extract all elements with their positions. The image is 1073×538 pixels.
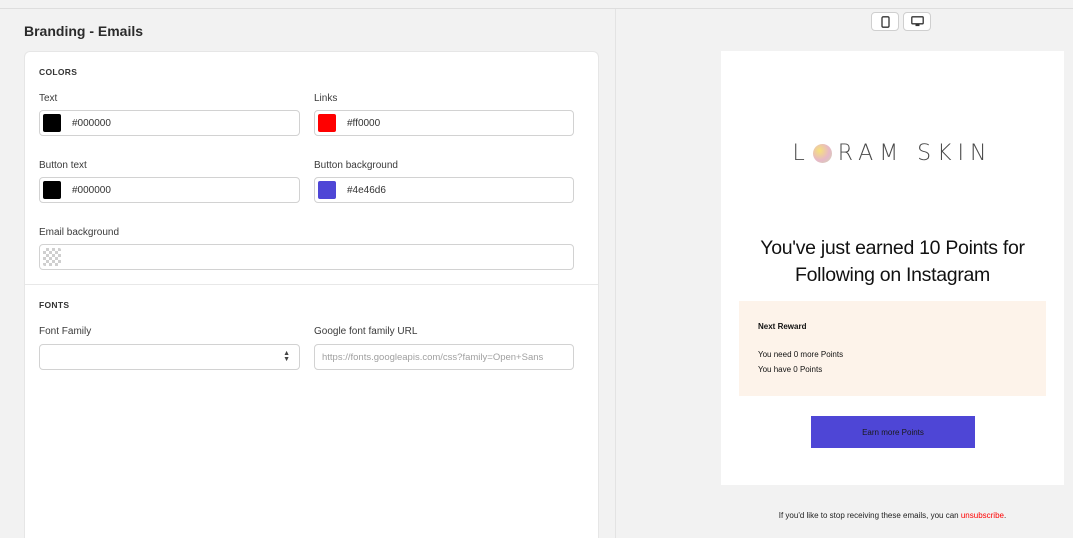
- unsubscribe-link[interactable]: unsubscribe: [961, 511, 1004, 520]
- text-color-swatch[interactable]: [43, 114, 61, 132]
- headline-line-1: You've just earned 10 Points for: [760, 237, 1025, 259]
- next-reward-title: Next Reward: [758, 322, 807, 331]
- column-separator: [615, 9, 616, 538]
- brand-logo-text-right: RAM SKIN: [837, 141, 993, 166]
- section-divider: [25, 284, 598, 285]
- button-background-color-label: Button background: [314, 160, 398, 171]
- desktop-icon: [910, 16, 924, 27]
- button-text-color-input[interactable]: #000000: [39, 177, 300, 203]
- button-text-color-label: Button text: [39, 160, 87, 171]
- text-color-input[interactable]: #000000: [39, 110, 300, 136]
- google-font-url-label: Google font family URL: [314, 326, 418, 337]
- button-text-color-swatch[interactable]: [43, 181, 61, 199]
- text-color-value: #000000: [72, 117, 111, 129]
- links-color-value: #ff0000: [347, 117, 381, 129]
- google-font-url-input[interactable]: [314, 344, 574, 370]
- font-family-label: Font Family: [39, 326, 92, 337]
- email-background-label: Email background: [39, 227, 120, 238]
- text-color-label: Text: [39, 93, 58, 104]
- branding-settings-panel: Branding - Emails COLORS Text #000000 Li…: [0, 9, 615, 538]
- footer-end: .: [1003, 511, 1007, 520]
- earn-more-points-button[interactable]: Earn more Points: [811, 416, 975, 448]
- brand-logo-mark-icon: [812, 144, 832, 163]
- points-have-text: You have 0 Points: [758, 365, 823, 374]
- email-background-input[interactable]: [39, 244, 574, 270]
- button-text-color-value: #000000: [72, 184, 111, 196]
- links-color-input[interactable]: #ff0000: [314, 110, 574, 136]
- font-family-select[interactable]: ▲ ▼: [39, 344, 300, 370]
- next-reward-box: Next Reward You need 0 more Points You h…: [739, 301, 1046, 396]
- device-toggle: [871, 12, 931, 32]
- desktop-preview-button[interactable]: [903, 12, 931, 31]
- email-headline: You've just earned 10 Points for Followi…: [721, 235, 1064, 289]
- fonts-section-title: FONTS: [39, 300, 70, 310]
- links-color-swatch[interactable]: [318, 114, 336, 132]
- mobile-preview-button[interactable]: [871, 12, 899, 31]
- mobile-icon: [880, 15, 890, 28]
- headline-line-2: Following on Instagram: [795, 264, 990, 286]
- footer-text: If you'd like to stop receiving these em…: [778, 511, 961, 520]
- brand-logo-text-left: L: [792, 141, 811, 166]
- button-background-color-swatch[interactable]: [318, 181, 336, 199]
- points-needed-text: You need 0 more Points: [758, 350, 844, 359]
- brand-logo: L RAM SKIN: [721, 141, 1064, 166]
- transparent-swatch-icon[interactable]: [43, 248, 61, 266]
- select-arrows-icon: ▲ ▼: [283, 350, 290, 363]
- colors-section-title: COLORS: [39, 67, 78, 77]
- links-color-label: Links: [314, 93, 338, 104]
- email-preview: L RAM SKIN You've just earned 10 Points …: [721, 51, 1064, 485]
- settings-card: COLORS Text #000000 Links #ff0000 Button…: [24, 51, 599, 538]
- button-background-color-value: #4e46d6: [347, 184, 386, 196]
- unsubscribe-footer: If you'd like to stop receiving these em…: [721, 511, 1064, 520]
- button-background-color-input[interactable]: #4e46d6: [314, 177, 574, 203]
- page-title: Branding - Emails: [24, 23, 144, 39]
